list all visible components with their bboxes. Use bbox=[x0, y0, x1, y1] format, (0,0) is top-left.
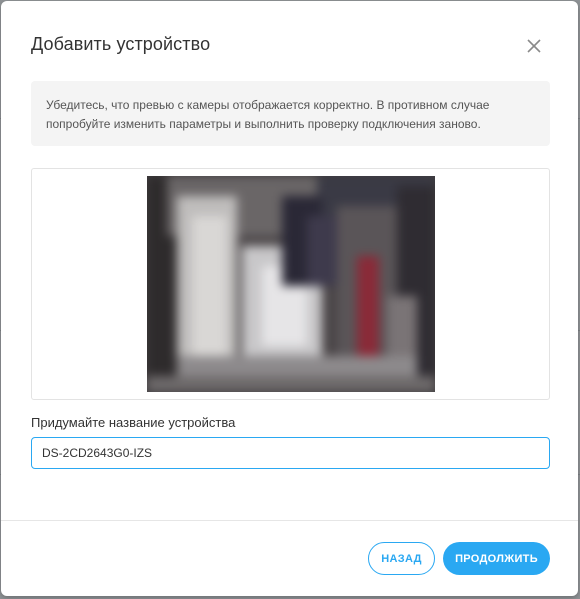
back-button[interactable]: НАЗАД bbox=[368, 542, 435, 575]
device-name-label: Придумайте название устройства bbox=[31, 415, 236, 430]
notice-message: Убедитесь, что превью с камеры отображае… bbox=[31, 81, 550, 146]
continue-button[interactable]: ПРОДОЛЖИТЬ bbox=[443, 542, 550, 575]
device-name-input[interactable] bbox=[31, 437, 550, 469]
camera-preview-image bbox=[147, 176, 435, 392]
footer-divider bbox=[1, 520, 578, 521]
close-button[interactable] bbox=[523, 35, 545, 57]
dialog-title: Добавить устройство bbox=[31, 34, 211, 54]
add-device-dialog: Добавить устройство Убедитесь, что превь… bbox=[1, 1, 578, 596]
close-icon bbox=[527, 39, 541, 53]
camera-preview-frame bbox=[31, 168, 550, 400]
